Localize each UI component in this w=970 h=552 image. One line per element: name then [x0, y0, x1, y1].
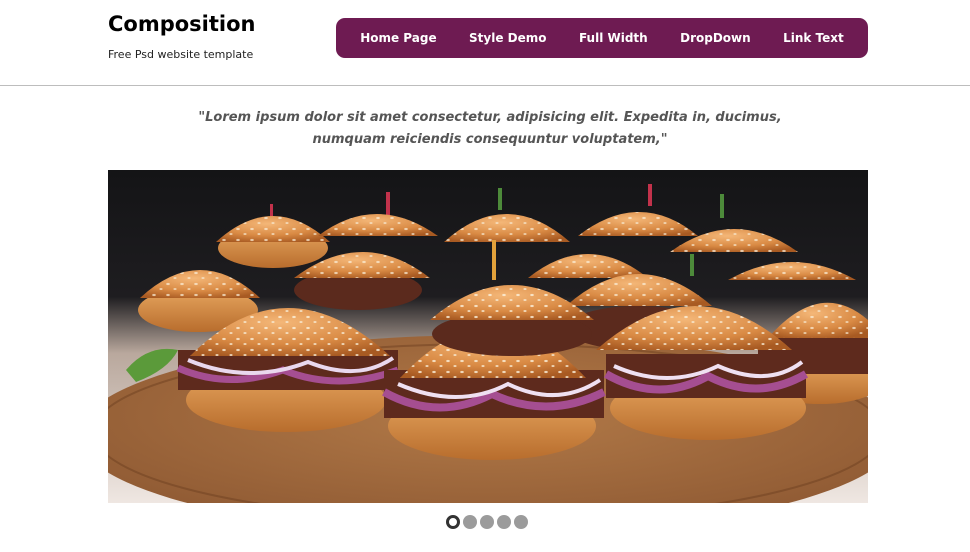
site-tagline: Free Psd website template [108, 48, 254, 61]
slider-dot-4[interactable] [497, 515, 511, 529]
slider-dot-1[interactable] [446, 515, 460, 529]
header-divider [0, 85, 970, 86]
nav-item-home-page[interactable]: Home Page [360, 31, 436, 45]
intro-quote: "Lorem ipsum dolor sit amet consectetur,… [198, 110, 782, 147]
site-logo-title[interactable]: Composition [108, 12, 256, 36]
main-nav: Home Page Style Demo Full Width DropDown… [336, 18, 868, 58]
slider-dot-3[interactable] [480, 515, 494, 529]
nav-item-dropdown[interactable]: DropDown [680, 31, 751, 45]
slider-dots [446, 515, 528, 529]
hero-slider[interactable] [108, 170, 868, 503]
slider-dot-2[interactable] [463, 515, 477, 529]
slider-dot-5[interactable] [514, 515, 528, 529]
nav-item-style-demo[interactable]: Style Demo [469, 31, 546, 45]
nav-item-link-text[interactable]: Link Text [783, 31, 844, 45]
nav-item-full-width[interactable]: Full Width [579, 31, 648, 45]
burger-sliders-photo-image [108, 170, 868, 503]
